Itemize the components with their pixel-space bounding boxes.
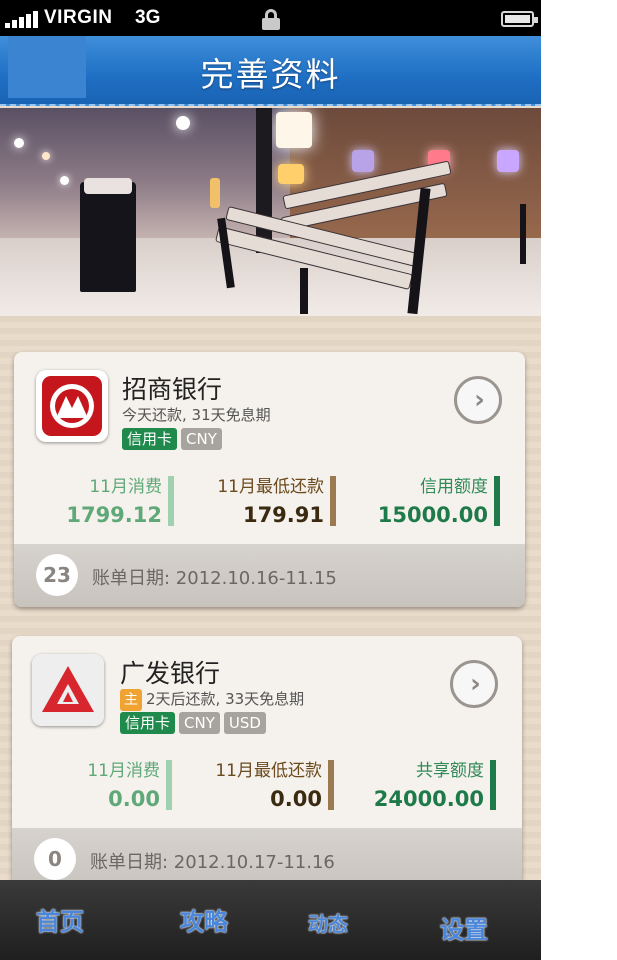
stat-monthly-spend: 11月消费 0.00 xyxy=(12,756,172,811)
stat-label: 11月最低还款 xyxy=(217,477,324,497)
stat-label: 11月消费 xyxy=(87,761,160,781)
tag-currency: CNY xyxy=(181,428,222,450)
stat-label: 信用额度 xyxy=(420,477,488,497)
card-list: 招商银行 今天还款, 31天免息期 信用卡 CNY › 11月消费 1799.1… xyxy=(0,316,541,891)
lock-icon xyxy=(262,9,280,30)
tag-currency: CNY xyxy=(179,712,220,734)
stat-min-payment: 11月最低还款 179.91 xyxy=(176,472,336,527)
stat-min-payment: 11月最低还款 0.00 xyxy=(174,756,334,811)
billing-period: 账单日期: 2012.10.17-11.16 xyxy=(90,852,335,873)
card-detail-button[interactable]: › xyxy=(450,660,498,708)
tag-credit-card: 信用卡 xyxy=(120,712,176,734)
billing-period: 账单日期: 2012.10.16-11.15 xyxy=(92,568,337,589)
carrier-name: VIRGIN xyxy=(44,7,113,28)
tab-bar: 首页 攻略 动态 设置 xyxy=(0,880,541,960)
bank-name: 广发银行 xyxy=(120,659,221,688)
days-count-badge: 0 xyxy=(34,838,76,880)
bank-card[interactable]: 招商银行 今天还款, 31天免息期 信用卡 CNY › 11月消费 1799.1… xyxy=(14,352,525,607)
stat-value: 15000.00 xyxy=(377,503,488,527)
primary-badge: 主 xyxy=(120,688,142,711)
stat-value: 0.00 xyxy=(270,787,322,811)
days-count-badge: 23 xyxy=(36,554,78,596)
page-title: 完善资料 xyxy=(200,55,341,94)
tab-home[interactable]: 首页 xyxy=(36,902,84,937)
signal-icon xyxy=(5,10,39,28)
tab-activity[interactable]: 动态 xyxy=(308,908,348,937)
stat-monthly-spend: 11月消费 1799.12 xyxy=(14,472,174,527)
cgb-logo-icon xyxy=(32,654,104,726)
tag-list: 信用卡 CNY USD xyxy=(120,712,266,736)
tab-settings[interactable]: 设置 xyxy=(440,910,488,945)
stat-label: 11月消费 xyxy=(89,477,162,497)
stat-label: 共享额度 xyxy=(416,761,484,781)
bank-card[interactable]: 广发银行 主 2天后还款, 33天免息期 信用卡 CNY USD › 11月消费 … xyxy=(12,636,522,891)
bank-name: 招商银行 xyxy=(122,375,223,404)
repayment-info: 今天还款, 31天免息期 xyxy=(122,406,271,424)
status-bar: VIRGIN 3G xyxy=(0,0,541,36)
banner-image xyxy=(0,108,541,316)
stat-label: 11月最低还款 xyxy=(215,761,322,781)
repayment-info: 主 2天后还款, 33天免息期 xyxy=(120,688,304,711)
stat-shared-limit: 共享额度 24000.00 xyxy=(336,756,496,811)
network-type: 3G xyxy=(135,7,161,28)
chevron-right-icon: › xyxy=(470,669,481,699)
stat-value: 24000.00 xyxy=(373,787,484,811)
chevron-right-icon: › xyxy=(474,385,485,415)
stat-credit-limit: 信用额度 15000.00 xyxy=(340,472,500,527)
battery-icon xyxy=(501,11,538,27)
tag-credit-card: 信用卡 xyxy=(122,428,178,450)
tag-currency: USD xyxy=(223,712,266,734)
stat-value: 0.00 xyxy=(108,787,160,811)
phone-screen: VIRGIN 3G 完善资料 招商银行 今天还款, 31天免息期 信用卡 CNY… xyxy=(0,0,541,960)
title-bar: 完善资料 xyxy=(0,36,541,106)
tag-list: 信用卡 CNY xyxy=(122,428,222,452)
card-detail-button[interactable]: › xyxy=(454,376,502,424)
tab-guide[interactable]: 攻略 xyxy=(180,902,228,937)
cmb-logo-icon xyxy=(36,370,108,442)
stat-value: 1799.12 xyxy=(66,503,162,527)
billing-footer: 23 账单日期: 2012.10.16-11.15 xyxy=(14,544,525,607)
stat-value: 179.91 xyxy=(242,503,324,527)
